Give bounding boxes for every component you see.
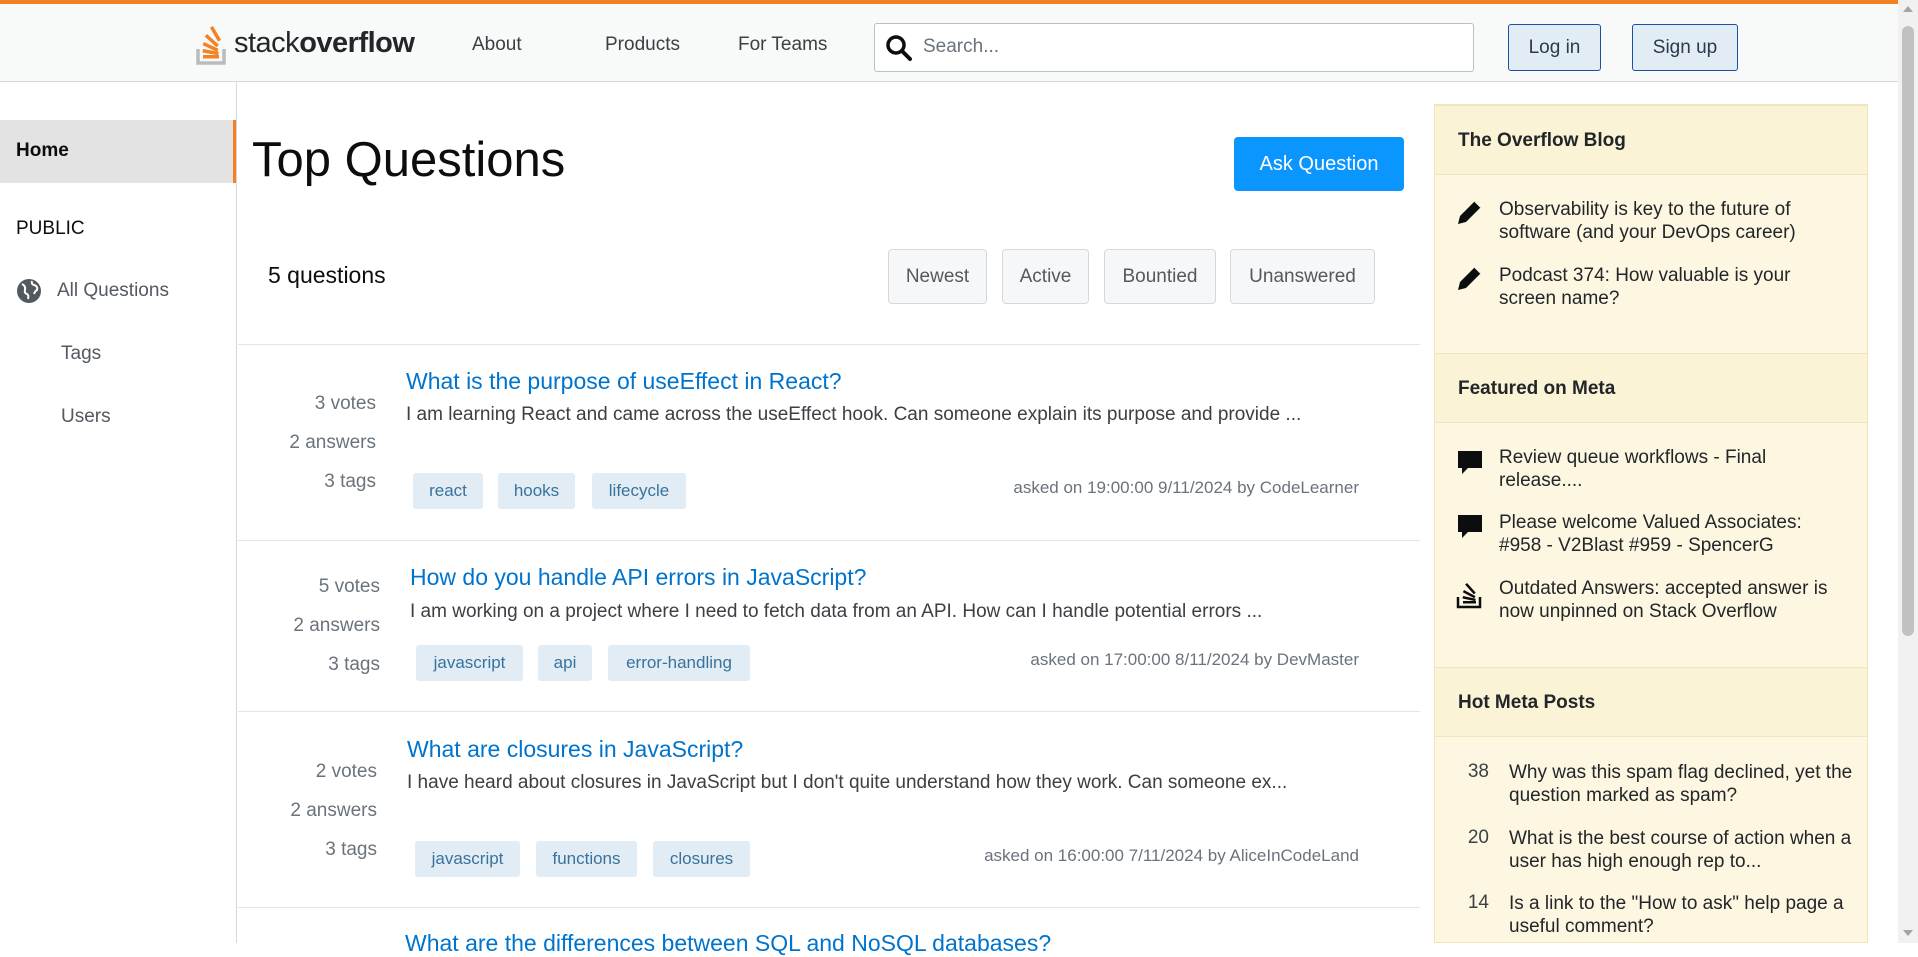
post-score: 38: [1467, 761, 1489, 782]
hot-meta-post[interactable]: Why was this spam flag declined, yet the…: [1509, 761, 1855, 807]
scroll-thumb[interactable]: [1902, 26, 1914, 636]
answer-count: 2 answers: [293, 615, 380, 636]
blog-heading: The Overflow Blog: [1435, 105, 1867, 175]
search-icon: [886, 35, 912, 61]
tag-functions[interactable]: functions: [536, 841, 637, 877]
vote-count: 2 votes: [315, 761, 377, 782]
post-score: 14: [1467, 892, 1489, 913]
divider: [238, 711, 1420, 712]
vote-count: 3 votes: [314, 393, 376, 414]
stackoverflow-logo-icon: [196, 25, 226, 65]
sidebar-section-public: PUBLIC: [16, 218, 85, 239]
meta-item[interactable]: Please welcome Valued Associates: #958 -…: [1499, 511, 1849, 557]
pencil-icon: [1458, 266, 1482, 290]
question-meta: asked on 17:00:00 8/11/2024 by DevMaster: [1030, 650, 1359, 669]
question-title[interactable]: What is the purpose of useEffect in Reac…: [406, 368, 842, 395]
vote-count: 5 votes: [318, 576, 380, 597]
stackoverflow-small-icon: [1456, 583, 1482, 609]
answer-count: 2 answers: [290, 800, 377, 821]
question-excerpt: I have heard about closures in JavaScrip…: [407, 772, 1288, 793]
tag-count: 3 tags: [325, 839, 377, 860]
scrollbar[interactable]: [1898, 0, 1918, 943]
blog-item[interactable]: Observability is key to the future of so…: [1499, 198, 1849, 244]
filter-active[interactable]: Active: [1002, 249, 1089, 304]
speech-bubble-icon: [1458, 515, 1482, 538]
question-title[interactable]: What are the differences between SQL and…: [405, 930, 1051, 957]
hot-meta-post[interactable]: Is a link to the "How to ask" help page …: [1509, 892, 1855, 938]
left-sidebar: Home PUBLIC All Questions Tags Users: [0, 82, 237, 943]
meta-item[interactable]: Outdated Answers: accepted answer is now…: [1499, 577, 1849, 623]
question-count: 5 questions: [268, 262, 386, 288]
hot-meta-heading: Hot Meta Posts: [1435, 667, 1867, 737]
tag-closures[interactable]: closures: [653, 841, 750, 877]
question-title[interactable]: How do you handle API errors in JavaScri…: [410, 564, 866, 591]
hot-meta-post[interactable]: What is the best course of action when a…: [1509, 827, 1855, 873]
login-button[interactable]: Log in: [1508, 24, 1601, 71]
nav-for-teams[interactable]: For Teams: [738, 34, 827, 56]
logo-text: stackoverflow: [234, 26, 415, 59]
tag-react[interactable]: react: [413, 473, 483, 509]
tag-count: 3 tags: [328, 654, 380, 675]
question-excerpt: I am working on a project where I need t…: [410, 601, 1263, 622]
post-score: 20: [1467, 827, 1489, 848]
question-excerpt: I am learning React and came across the …: [406, 404, 1302, 425]
sidebar-item-home[interactable]: Home: [0, 120, 236, 183]
page-title: Top Questions: [252, 133, 566, 187]
sidebar-item-all-questions[interactable]: All Questions: [57, 280, 169, 302]
meta-item[interactable]: Review queue workflows - Final release..…: [1499, 446, 1849, 492]
tag-lifecycle[interactable]: lifecycle: [592, 473, 686, 509]
divider: [238, 540, 1420, 541]
speech-bubble-icon: [1458, 451, 1482, 474]
filter-bountied[interactable]: Bountied: [1104, 249, 1216, 304]
logo[interactable]: stackoverflow: [194, 20, 415, 66]
globe-icon: [17, 279, 41, 303]
tag-javascript[interactable]: javascript: [415, 841, 520, 877]
filter-newest[interactable]: Newest: [888, 249, 987, 304]
search-input[interactable]: [921, 30, 1461, 64]
sidebar-item-tags[interactable]: Tags: [61, 343, 101, 365]
sidebar-item-users[interactable]: Users: [61, 406, 111, 428]
question-meta: asked on 16:00:00 7/11/2024 by AliceInCo…: [984, 846, 1359, 865]
nav-products[interactable]: Products: [605, 34, 680, 56]
divider: [238, 344, 1420, 345]
filter-unanswered[interactable]: Unanswered: [1230, 249, 1375, 304]
blog-item[interactable]: Podcast 374: How valuable is your screen…: [1499, 264, 1849, 310]
tag-javascript[interactable]: javascript: [416, 645, 523, 681]
right-sidebar: The Overflow Blog Observability is key t…: [1434, 104, 1868, 943]
tag-hooks[interactable]: hooks: [498, 473, 575, 509]
answer-count: 2 answers: [289, 432, 376, 453]
tag-count: 3 tags: [324, 471, 376, 492]
ask-question-button[interactable]: Ask Question: [1234, 137, 1404, 191]
top-bar: stackoverflow About Products For Teams L…: [0, 0, 1898, 82]
search-box[interactable]: [874, 23, 1474, 72]
divider: [238, 907, 1420, 908]
scroll-down-arrow-icon[interactable]: [1903, 930, 1913, 936]
question-meta: asked on 19:00:00 9/11/2024 by CodeLearn…: [1013, 478, 1359, 497]
scroll-up-arrow-icon[interactable]: [1903, 6, 1913, 12]
nav-about[interactable]: About: [472, 34, 522, 56]
meta-heading: Featured on Meta: [1435, 353, 1867, 423]
tag-api[interactable]: api: [538, 645, 592, 681]
pencil-icon: [1458, 200, 1482, 224]
signup-button[interactable]: Sign up: [1632, 24, 1738, 71]
tag-error-handling[interactable]: error-handling: [608, 645, 750, 681]
question-title[interactable]: What are closures in JavaScript?: [407, 736, 743, 763]
